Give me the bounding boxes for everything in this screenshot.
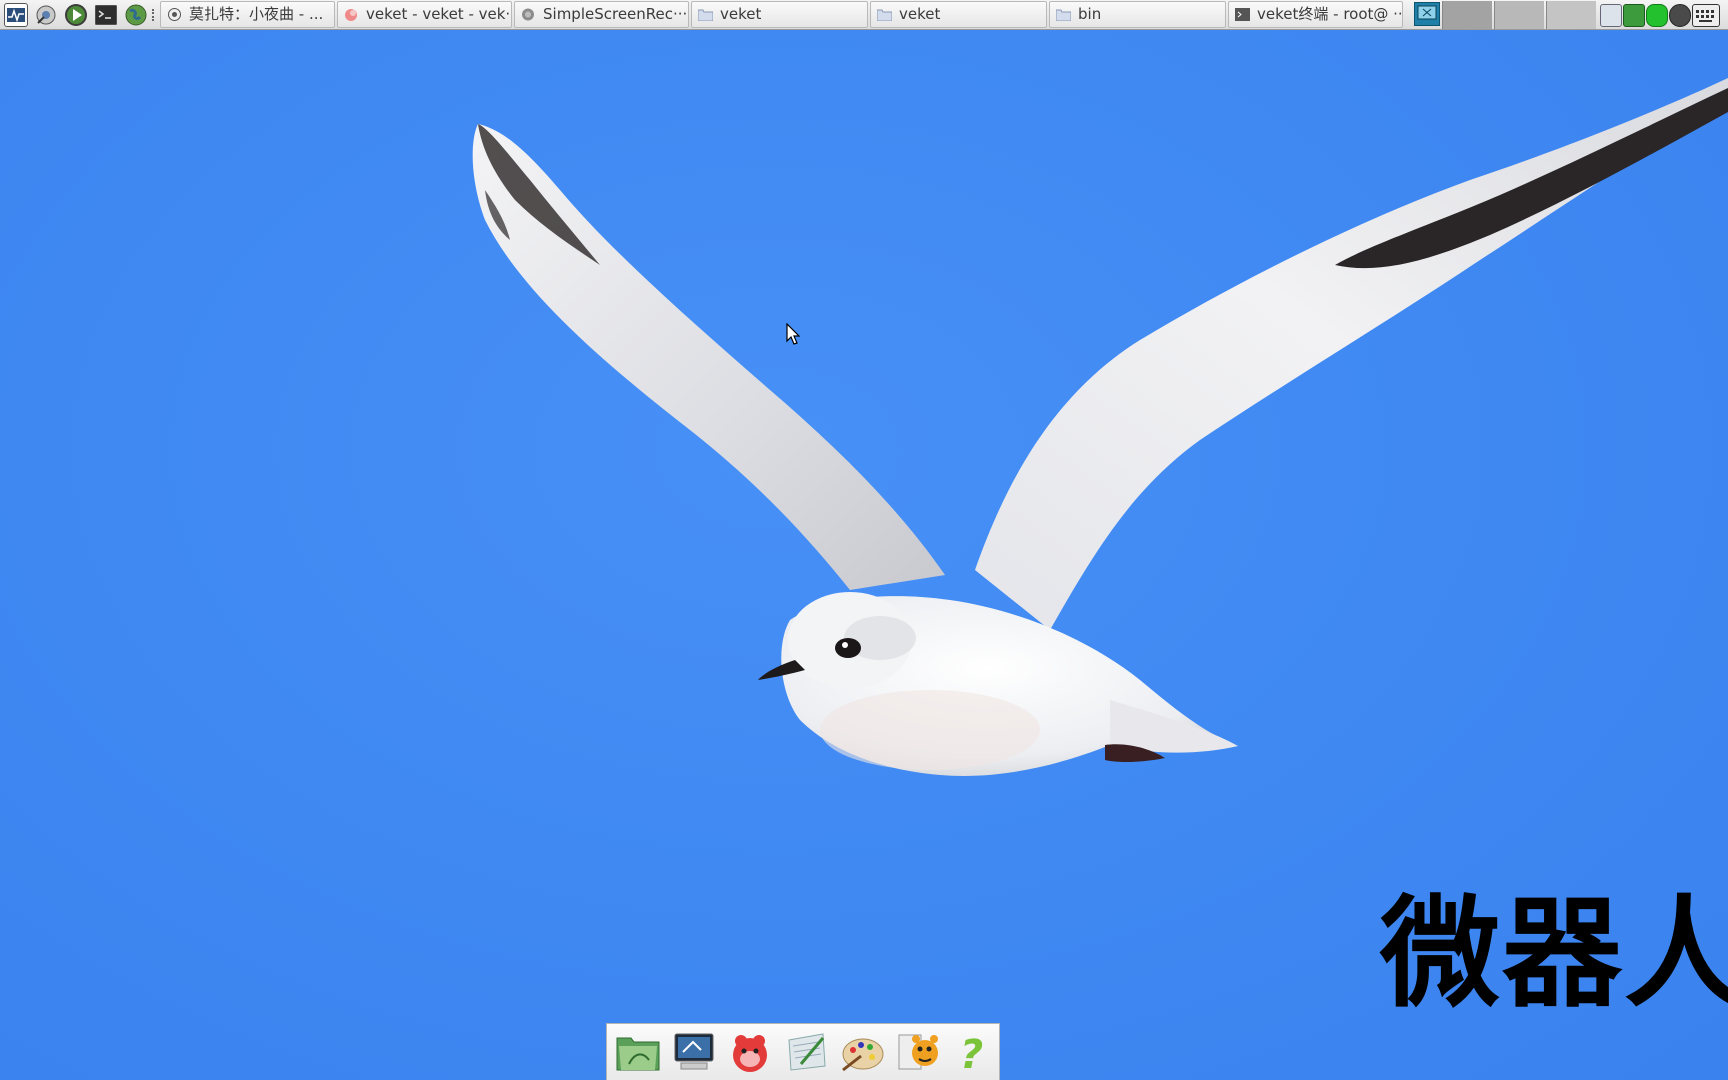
task-label: veket - veket - vek··· — [366, 5, 512, 23]
task-folder-bin[interactable]: bin — [1049, 1, 1226, 28]
mouse-cursor-icon — [786, 323, 800, 345]
task-music-player[interactable]: 莫扎特：小夜曲 - ... — [160, 1, 335, 28]
svg-text:?: ? — [960, 1032, 983, 1074]
web-browser-icon[interactable] — [124, 3, 148, 27]
shield-icon[interactable] — [1646, 4, 1668, 27]
workspace-3-button[interactable] — [1494, 1, 1544, 29]
notepad-icon[interactable] — [781, 1027, 831, 1077]
task-label: veket — [720, 5, 762, 23]
show-desktop-icon[interactable] — [1600, 4, 1622, 27]
task-folder-veket-2[interactable]: veket — [870, 1, 1047, 28]
paint-palette-icon[interactable] — [837, 1027, 887, 1077]
file-manager-icon[interactable] — [613, 1027, 663, 1077]
my-computer-icon[interactable] — [669, 1027, 719, 1077]
settings-wizard-icon[interactable] — [34, 3, 58, 27]
workspace-1-button[interactable] — [1414, 2, 1440, 26]
top-taskbar: 莫扎特：小夜曲 - ... veket - veket - vek··· Sim… — [0, 0, 1728, 30]
task-label: veket终端 - root@ ··· — [1257, 5, 1403, 23]
task-screen-recorder[interactable]: SimpleScreenRec··· — [514, 1, 689, 28]
overlay-caption: 微器人 — [1380, 885, 1728, 1024]
screen-recorder-icon — [522, 8, 534, 21]
network-icon[interactable] — [1623, 4, 1645, 27]
media-play-icon[interactable] — [64, 3, 88, 27]
workspace-2-button[interactable] — [1442, 1, 1492, 29]
task-browser[interactable]: veket - veket - vek··· — [337, 1, 512, 28]
help-icon[interactable]: ? — [949, 1027, 999, 1077]
terminal-icon[interactable] — [94, 3, 118, 27]
task-folder-veket-1[interactable]: veket — [691, 1, 868, 28]
desktop[interactable]: 微器人 — [0, 30, 1728, 1080]
task-label: 莫扎特：小夜曲 - ... — [189, 5, 324, 23]
bottom-dock: ? — [606, 1023, 1000, 1080]
folder-icon — [1056, 9, 1071, 21]
battery-icon[interactable] — [1669, 4, 1691, 27]
media-player-icon — [168, 8, 181, 21]
terminal-icon — [1235, 8, 1250, 21]
task-terminal[interactable]: veket终端 - root@ ··· — [1228, 1, 1403, 28]
taskbar-separator — [152, 9, 158, 21]
app-store-icon[interactable] — [893, 1027, 943, 1077]
workspace-4-button[interactable] — [1546, 1, 1596, 29]
system-monitor-icon[interactable] — [4, 3, 28, 27]
keyboard-icon[interactable] — [1692, 4, 1720, 27]
folder-icon — [877, 9, 892, 21]
pet-mascot-icon[interactable] — [725, 1027, 775, 1077]
folder-icon — [698, 9, 713, 21]
task-label: veket — [899, 5, 941, 23]
browser-tab-icon — [345, 9, 357, 21]
task-label: bin — [1078, 5, 1102, 23]
task-label: SimpleScreenRec··· — [543, 5, 688, 23]
